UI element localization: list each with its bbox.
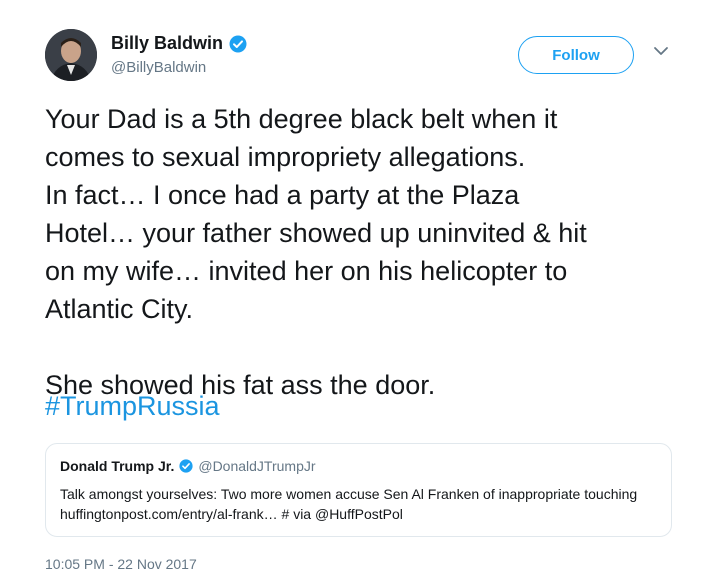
quoted-text: Talk amongst yourselves: Two more women … [60,486,638,522]
author-name-row: Billy Baldwin [111,33,247,54]
tweet-text: Your Dad is a 5th degree black belt when… [45,104,587,400]
quoted-author-name: Donald Trump Jr. [60,458,175,474]
hashtag-link[interactable]: #TrumpRussia [45,387,220,425]
chevron-down-icon[interactable] [652,44,670,58]
quoted-author-handle: @DonaldJTrumpJr [198,458,316,474]
tweet-card: Billy Baldwin @BillyBaldwin Follow Your … [0,0,713,584]
verified-badge-icon [229,35,247,53]
follow-button[interactable]: Follow [518,36,634,74]
verified-badge-icon [179,459,193,473]
quoted-tweet[interactable]: Donald Trump Jr. @DonaldJTrumpJr Talk am… [45,443,672,537]
quoted-header: Donald Trump Jr. @DonaldJTrumpJr [60,458,316,474]
author-handle[interactable]: @BillyBaldwin [111,59,206,76]
tweet-timestamp[interactable]: 10:05 PM - 22 Nov 2017 [45,556,197,572]
avatar[interactable] [45,29,97,81]
author-name[interactable]: Billy Baldwin [111,33,223,54]
